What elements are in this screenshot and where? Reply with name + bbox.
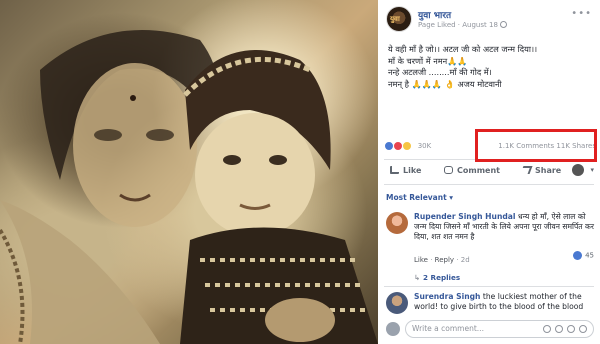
post-date[interactable]: August 18 (462, 21, 498, 29)
haha-reaction-icon (402, 141, 413, 151)
replies-label: 2 Replies (423, 273, 461, 282)
comment-label: Comment (457, 166, 500, 175)
comment-age[interactable]: 2d (461, 256, 470, 264)
reply-arrow-icon: ↳ (414, 273, 421, 282)
page-name[interactable]: युवा भारत (418, 8, 451, 21)
post-line: नन्हे अटलजी ........माँ की गोद में। (388, 67, 492, 77)
post-actions: Like Comment Share ▾ (384, 164, 596, 180)
commenter-name[interactable]: Rupender Singh Hundal (414, 212, 516, 221)
globe-icon (499, 21, 507, 28)
comment-input[interactable]: Write a comment... (405, 320, 594, 338)
write-comment-bar: Write a comment... (386, 320, 594, 338)
emoji-icon[interactable] (543, 325, 551, 333)
photo-illustration (0, 30, 378, 344)
comment-input-placeholder: Write a comment... (412, 324, 484, 333)
gif-icon[interactable] (567, 325, 575, 333)
share-icon (520, 166, 533, 174)
comment-icon (444, 166, 453, 174)
like-button[interactable]: Like (390, 166, 421, 175)
share-button[interactable]: Share (520, 166, 562, 175)
share-label: Share (535, 166, 562, 175)
commenter-avatar[interactable] (386, 292, 408, 314)
comment-input-icons (543, 325, 587, 333)
post-line: नमन् है 🙏🙏🙏 👌 अजय मोटवानी (388, 78, 502, 89)
comment-action-separator: · (454, 256, 461, 264)
like-reaction-icon (573, 251, 583, 260)
page-avatar[interactable]: युवा (386, 6, 412, 32)
comment-button[interactable]: Comment (444, 166, 500, 175)
share-as-avatar[interactable] (572, 164, 584, 176)
comment-reply-link[interactable]: Reply (435, 256, 454, 264)
commenter-avatar[interactable] (386, 212, 408, 234)
more-options-icon[interactable]: ••• (571, 8, 592, 19)
share-caret-icon[interactable]: ▾ (590, 166, 594, 174)
comment-like-link[interactable]: Like (414, 256, 428, 264)
post-header: युवा युवा भारत Page Liked · August 18 ••… (386, 6, 592, 36)
reaction-count: 30K (417, 142, 432, 150)
post-line: माँ के चरणों में नमन🙏🙏 (388, 55, 468, 66)
reactions[interactable]: 30K (384, 141, 431, 151)
highlight-annotation-box (475, 129, 597, 162)
divider (384, 184, 594, 185)
post-panel: युवा युवा भारत Page Liked · August 18 ••… (378, 0, 600, 344)
page-liked-label[interactable]: Page Liked (418, 21, 456, 29)
view-replies-link[interactable]: ↳ 2 Replies (414, 273, 460, 282)
comment-action-separator: · (427, 256, 435, 264)
page-avatar-mark: युवा (390, 15, 400, 23)
sort-comments-dropdown[interactable]: Most Relevant ▾ (386, 193, 453, 202)
post-photo[interactable] (0, 0, 378, 344)
page-meta: Page Liked · August 18 (418, 21, 507, 29)
like-icon (390, 166, 399, 174)
comment-body: Rupender Singh Hundal धन्य हो माँ, ऐसे ल… (414, 212, 594, 242)
post-text: ये वही माँ है जो।। अटल जी को अटल जन्म दि… (388, 44, 592, 90)
current-user-avatar (386, 322, 400, 336)
camera-icon[interactable] (555, 325, 563, 333)
commenter-name[interactable]: Surendra Singh (414, 292, 480, 301)
like-label: Like (403, 166, 422, 175)
sticker-icon[interactable] (579, 325, 587, 333)
divider (384, 286, 594, 287)
post-line: ये वही माँ है जो।। अटल जी को अटल जन्म दि… (388, 44, 538, 54)
comment-likes-value: 45 (585, 251, 594, 260)
comment-actions: Like · Reply · 2d (414, 256, 470, 264)
comment-body: Surendra Singh the luckiest mother of th… (414, 292, 594, 312)
comment-like-count[interactable]: 45 (573, 251, 594, 260)
